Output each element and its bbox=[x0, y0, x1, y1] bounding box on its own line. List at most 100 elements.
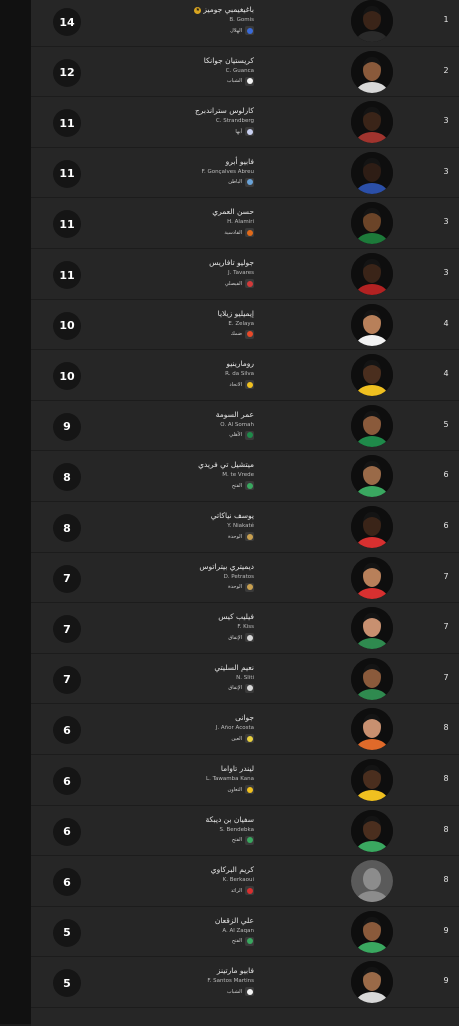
team-crest-icon bbox=[245, 734, 254, 744]
player-avatar[interactable] bbox=[351, 607, 393, 650]
team-crest-icon bbox=[245, 127, 254, 137]
team[interactable]: الهلال bbox=[94, 26, 254, 35]
player-avatar[interactable] bbox=[351, 0, 393, 42]
player-name-arabic[interactable]: ليندر تاواما bbox=[94, 764, 254, 774]
team[interactable]: ضمك bbox=[94, 329, 254, 339]
player-row[interactable]: 5 علي الزقعان A. Al Zaqan الفتح 9 bbox=[31, 907, 459, 958]
player-row[interactable]: 10 رومارينيو R. da Silva الاتحاد 4 bbox=[31, 350, 459, 401]
team-crest-icon bbox=[245, 886, 254, 896]
player-row[interactable]: 9 عمر السومة O. Al Somah الأهلي 5 bbox=[31, 401, 459, 452]
team[interactable]: الرائد bbox=[94, 886, 254, 896]
team[interactable]: الفتح bbox=[94, 481, 254, 491]
team-name: الإتفاق bbox=[228, 634, 242, 641]
team-crest-icon bbox=[245, 430, 254, 440]
player-row[interactable]: 10 إيميليو زيلايا E. Zelaya ضمك 4 bbox=[31, 300, 459, 351]
player-row[interactable]: 7 نعيم السليتي N. Sliti الإتفاق 7 bbox=[31, 654, 459, 705]
player-name-arabic[interactable]: يوسف نياكاتي bbox=[94, 511, 254, 521]
team[interactable]: الأهلي bbox=[94, 430, 254, 440]
player-avatar[interactable] bbox=[351, 657, 393, 700]
player-avatar[interactable] bbox=[351, 556, 393, 599]
team[interactable]: الفيصلي bbox=[94, 279, 254, 288]
team[interactable]: الاتحاد bbox=[94, 380, 254, 390]
team-name: الوحدة bbox=[228, 584, 242, 591]
player-name-arabic-text: كارلوس ستراندبرج bbox=[194, 106, 254, 116]
player-name-arabic[interactable]: سفيان بن ديبكة bbox=[94, 815, 254, 825]
player-avatar[interactable] bbox=[351, 50, 393, 93]
player-avatar[interactable] bbox=[351, 101, 393, 144]
player-avatar[interactable] bbox=[351, 860, 393, 903]
player-row[interactable]: 6 جوانى J. Añor Acosta العين 8 bbox=[31, 704, 459, 755]
player-name-arabic[interactable]: ★ باغيغيمبي جوميز bbox=[94, 5, 254, 15]
player-row[interactable]: 8 يوسف نياكاتي Y. Niakaté الوحدة 6 bbox=[31, 502, 459, 553]
player-avatar[interactable] bbox=[351, 708, 393, 751]
player-name-arabic-text: حسن العمري bbox=[212, 207, 254, 217]
player-row[interactable]: 11 جوليو تافاريس J. Tavares الفيصلي 3 bbox=[31, 249, 459, 300]
player-avatar[interactable] bbox=[351, 910, 393, 953]
team[interactable]: الشباب bbox=[94, 987, 254, 997]
team[interactable]: الوحدة bbox=[94, 532, 254, 541]
player-row[interactable]: 7 ديميتري بيتراتوس D. Petratos الوحدة 7 bbox=[31, 553, 459, 604]
player-avatar[interactable] bbox=[351, 303, 393, 346]
player-name-arabic[interactable]: ديميتري بيتراتوس bbox=[94, 562, 254, 572]
player-name-arabic[interactable]: كريم البركاوي bbox=[94, 865, 254, 875]
player-name-arabic[interactable]: نعيم السليتي bbox=[94, 663, 254, 673]
player-name-arabic[interactable]: كارلوس ستراندبرج bbox=[94, 106, 254, 116]
player-row[interactable]: 8 ميتشيل تي فريدي M. te Vrede الفتح 6 bbox=[31, 451, 459, 502]
player-row[interactable]: 14 ★ باغيغيمبي جوميز B. Gomis الهلال 1 bbox=[31, 0, 459, 47]
goals-count: 5 bbox=[53, 918, 81, 947]
player-name-arabic[interactable]: حسن العمري bbox=[94, 207, 254, 217]
player-name-english: C. Strandberg bbox=[215, 118, 254, 125]
player-avatar[interactable] bbox=[351, 404, 393, 447]
player-avatar[interactable] bbox=[351, 506, 393, 548]
goals-count: 6 bbox=[53, 868, 81, 897]
player-row[interactable]: 12 كريستيان جوانكا C. Guanca الشباب 2 bbox=[31, 47, 459, 98]
team[interactable]: الباطن bbox=[94, 177, 254, 187]
player-row[interactable]: 5 فابيو مارتينز F. Santos Martins الشباب 9 bbox=[31, 957, 459, 1008]
player-name-arabic[interactable]: جوانى bbox=[94, 713, 254, 723]
team[interactable]: الوحدة bbox=[94, 582, 254, 592]
player-name-arabic[interactable]: جوليو تافاريس bbox=[94, 258, 254, 268]
team[interactable]: الفتح bbox=[94, 835, 254, 845]
player-avatar[interactable] bbox=[351, 202, 393, 245]
player-name-arabic[interactable]: إيميليو زيلايا bbox=[94, 309, 254, 319]
team[interactable]: الإتفاق bbox=[94, 633, 254, 643]
player-avatar[interactable] bbox=[351, 809, 393, 852]
player-name-arabic[interactable]: رومارينيو bbox=[94, 359, 254, 369]
player-row[interactable]: 11 فابيو أبرو F. Gonçalves Abreu الباطن 3 bbox=[31, 148, 459, 199]
player-avatar[interactable] bbox=[351, 455, 393, 498]
player-name-arabic[interactable]: فابيو أبرو bbox=[94, 157, 254, 167]
player-avatar[interactable] bbox=[351, 253, 393, 295]
team[interactable]: الإتفاق bbox=[94, 683, 254, 693]
team[interactable]: القادسية bbox=[94, 228, 254, 238]
team[interactable]: الفتح bbox=[94, 936, 254, 946]
team-crest-icon bbox=[245, 279, 254, 288]
player-name-arabic[interactable]: عمر السومة bbox=[94, 410, 254, 420]
player-name-arabic[interactable]: علي الزقعان bbox=[94, 916, 254, 926]
team[interactable]: العين bbox=[94, 734, 254, 744]
player-avatar[interactable] bbox=[351, 759, 393, 801]
player-row[interactable]: 11 حسن العمري H. Alamiri القادسية 3 bbox=[31, 198, 459, 249]
player-name-arabic-text: كريستيان جوانكا bbox=[203, 55, 254, 65]
star-icon: ★ bbox=[194, 6, 202, 14]
player-avatar[interactable] bbox=[351, 151, 393, 194]
team[interactable]: التعاون bbox=[94, 785, 254, 794]
player-avatar[interactable] bbox=[351, 354, 393, 397]
player-rank: 4 bbox=[443, 369, 449, 379]
player-name-arabic[interactable]: فابيو مارتينز bbox=[94, 966, 254, 976]
player-rank: 9 bbox=[443, 976, 449, 986]
player-row[interactable]: 7 فيليب كيس F. Kiss الإتفاق 7 bbox=[31, 603, 459, 654]
team[interactable]: أبها bbox=[94, 127, 254, 137]
player-rank: 4 bbox=[443, 318, 449, 328]
player-photo-icon bbox=[351, 708, 393, 751]
player-name-arabic[interactable]: كريستيان جوانكا bbox=[94, 56, 254, 66]
team-name: الباطن bbox=[228, 179, 242, 186]
player-row[interactable]: 6 كريم البركاوي K. Berkaoui الرائد 8 bbox=[31, 856, 459, 907]
player-row[interactable]: 6 سفيان بن ديبكة S. Bendebka الفتح 8 bbox=[31, 806, 459, 857]
team[interactable]: الشباب bbox=[94, 76, 254, 86]
player-row[interactable]: 6 ليندر تاواما L. Tawamba Kana التعاون 8 bbox=[31, 755, 459, 806]
player-avatar[interactable] bbox=[351, 961, 393, 1004]
player-row[interactable]: 11 كارلوس ستراندبرج C. Strandberg أبها 3 bbox=[31, 97, 459, 148]
player-name-arabic[interactable]: فيليب كيس bbox=[94, 612, 254, 622]
player-info: علي الزقعان A. Al Zaqan الفتح bbox=[94, 916, 254, 946]
player-name-arabic[interactable]: ميتشيل تي فريدي bbox=[94, 460, 254, 470]
